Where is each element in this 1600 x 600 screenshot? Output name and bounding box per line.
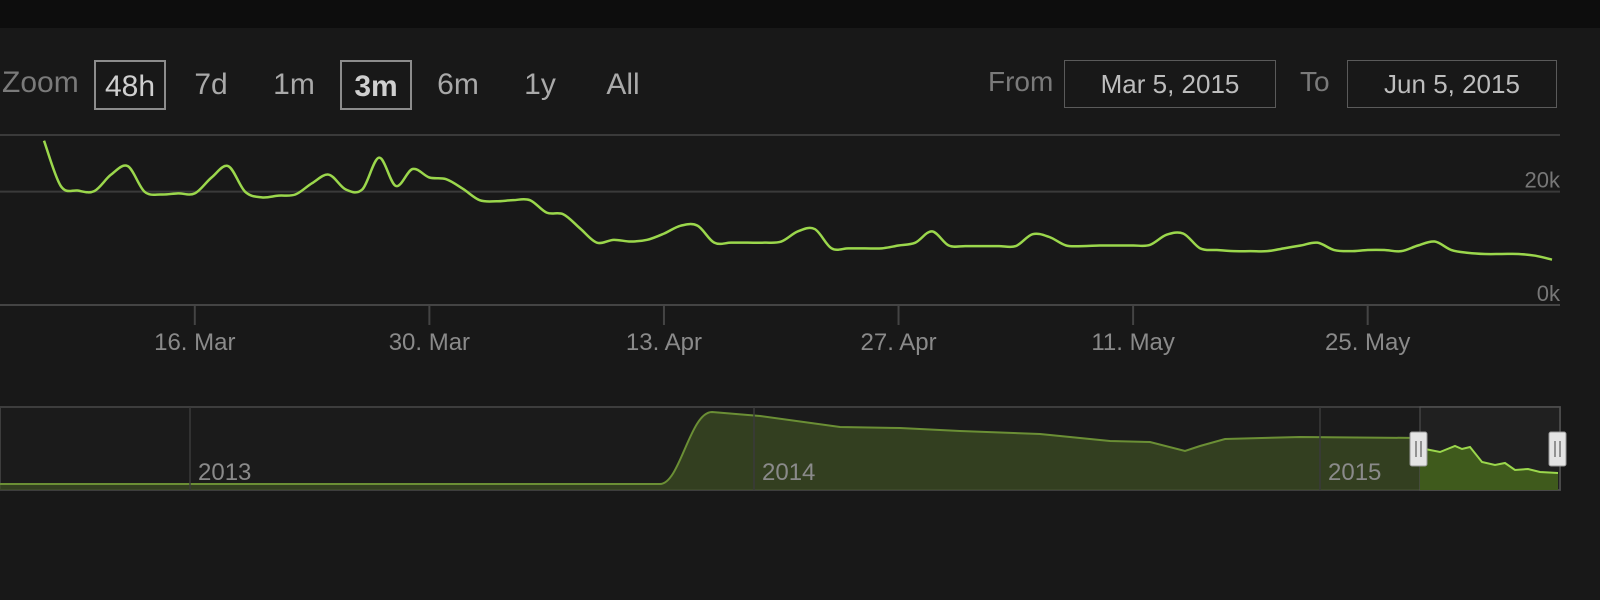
zoom-button-6m[interactable]: 6m	[432, 60, 484, 110]
from-label: From	[988, 66, 1054, 97]
chart-panel	[0, 28, 1600, 600]
to-label: To	[1300, 66, 1330, 97]
top-strip	[0, 0, 1600, 28]
to-date-input[interactable]: Jun 5, 2015	[1347, 60, 1557, 108]
from-date-input[interactable]: Mar 5, 2015	[1064, 60, 1276, 108]
zoom-button-7d[interactable]: 7d	[188, 60, 234, 110]
zoom-button-48h[interactable]: 48h	[94, 60, 166, 110]
zoom-button-1y[interactable]: 1y	[520, 60, 560, 110]
zoom-button-3m[interactable]: 3m	[340, 60, 412, 110]
zoom-button-all[interactable]: All	[600, 60, 646, 110]
zoom-label: Zoom	[2, 66, 79, 99]
zoom-button-1m[interactable]: 1m	[270, 60, 318, 110]
